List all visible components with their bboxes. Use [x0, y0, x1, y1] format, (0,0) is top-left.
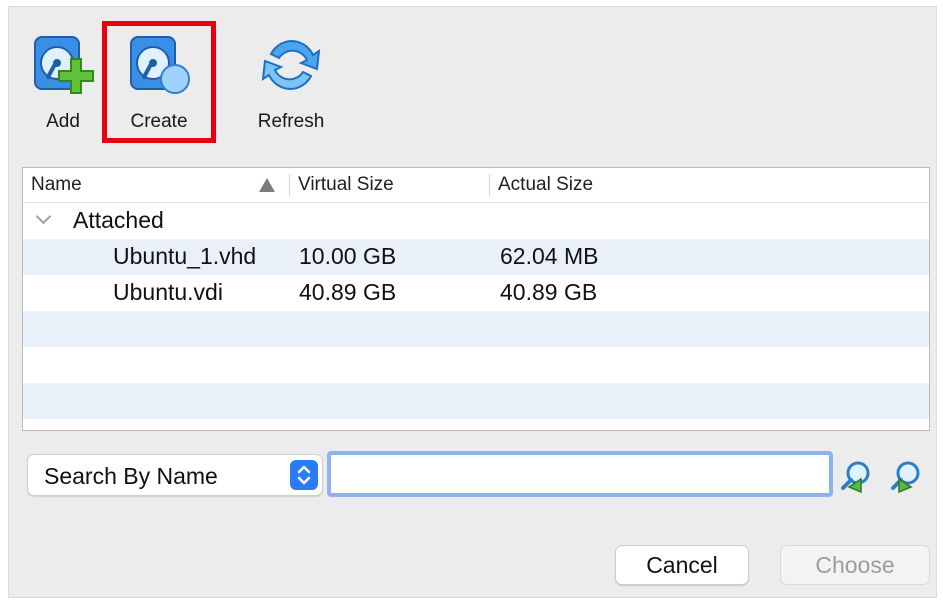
refresh-button[interactable]: Refresh: [251, 7, 331, 147]
select-stepper-icon[interactable]: [290, 460, 318, 490]
empty-row: [23, 383, 929, 419]
column-header-virtual-size[interactable]: Virtual Size: [298, 174, 394, 196]
empty-row: [23, 347, 929, 383]
create-button[interactable]: Create: [119, 7, 199, 147]
media-table[interactable]: Name Virtual Size Actual Size Attached U…: [22, 167, 930, 431]
refresh-label: Refresh: [257, 111, 325, 132]
empty-row: [23, 311, 929, 347]
table-row[interactable]: Ubuntu_1.vhd 10.00 GB 62.04 MB: [23, 239, 929, 275]
row-name: Ubuntu_1.vhd: [113, 243, 257, 269]
column-divider[interactable]: [289, 174, 290, 196]
row-actual-size: 40.89 GB: [500, 279, 598, 305]
column-divider[interactable]: [489, 174, 490, 196]
chevron-down-icon[interactable]: [35, 208, 52, 225]
refresh-icon: [261, 39, 321, 91]
chevron-up-down-icon: [297, 465, 311, 485]
row-virtual-size: 10.00 GB: [299, 243, 397, 269]
create-label: Create: [130, 111, 188, 132]
column-header-name[interactable]: Name: [31, 174, 82, 196]
group-label: Attached: [73, 207, 164, 233]
table-row[interactable]: Ubuntu.vdi 40.89 GB 40.89 GB: [23, 275, 929, 311]
create-disk-icon: [130, 36, 190, 94]
search-mode-value: Search By Name: [44, 463, 218, 489]
search-previous-icon[interactable]: [839, 459, 873, 493]
sort-ascending-icon[interactable]: [259, 178, 275, 192]
medium-selector-dialog: Add Create Refresh Name Virtual Size Act…: [8, 6, 937, 598]
add-label: Add: [46, 111, 80, 132]
group-row-attached[interactable]: Attached: [23, 203, 929, 239]
add-button[interactable]: Add: [23, 7, 103, 147]
cancel-button[interactable]: Cancel: [615, 545, 749, 585]
choose-button[interactable]: Choose: [780, 545, 930, 585]
row-name: Ubuntu.vdi: [113, 279, 223, 305]
row-actual-size: 62.04 MB: [500, 243, 599, 269]
search-mode-select[interactable]: Search By Name: [27, 454, 323, 496]
column-header-actual-size[interactable]: Actual Size: [498, 174, 593, 196]
search-input[interactable]: [327, 451, 833, 497]
add-disk-icon: [34, 36, 94, 94]
table-header: Name Virtual Size Actual Size: [23, 168, 929, 203]
row-virtual-size: 40.89 GB: [299, 279, 397, 305]
search-next-icon[interactable]: [889, 459, 923, 493]
